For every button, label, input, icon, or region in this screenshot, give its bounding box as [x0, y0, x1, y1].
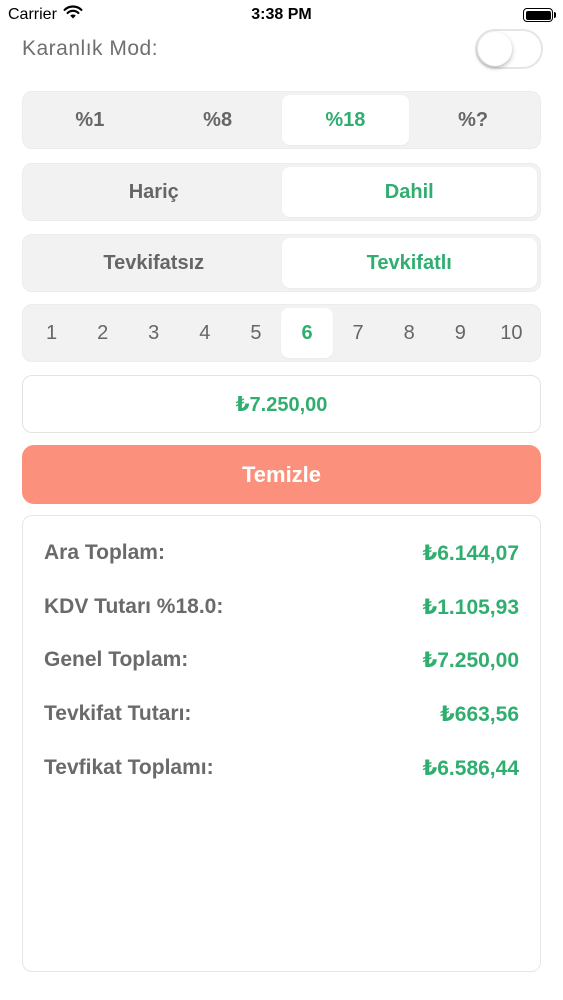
mode-option-included[interactable]: Dahil	[281, 167, 537, 217]
ratio-option-2[interactable]: 2	[77, 308, 128, 358]
withholding-option-none[interactable]: Tevkifatsız	[26, 238, 282, 288]
rate-selector: %1 %8 %18 %?	[22, 91, 541, 149]
withholding-ratio-selector: 1 2 3 4 5 6 7 8 9 10	[22, 304, 541, 362]
vat-value: ₺1.105,93	[422, 595, 519, 619]
ratio-option-4[interactable]: 4	[179, 308, 230, 358]
battery-icon	[523, 8, 556, 22]
result-row-vat: KDV Tutarı %18.0: ₺1.105,93	[44, 592, 519, 622]
status-bar: Carrier 3:38 PM	[0, 0, 563, 30]
ratio-option-3[interactable]: 3	[128, 308, 179, 358]
ratio-option-1[interactable]: 1	[26, 308, 77, 358]
result-row-grand-total: Genel Toplam: ₺7.250,00	[44, 645, 519, 675]
result-row-subtotal: Ara Toplam: ₺6.144,07	[44, 538, 519, 568]
dark-mode-label: Karanlık Mod:	[22, 37, 159, 60]
subtotal-value: ₺6.144,07	[422, 541, 519, 565]
subtotal-label: Ara Toplam:	[44, 541, 165, 564]
ratio-option-6[interactable]: 6	[281, 308, 333, 358]
dark-mode-toggle[interactable]	[475, 29, 543, 69]
status-left: Carrier	[8, 5, 83, 25]
status-time: 3:38 PM	[251, 6, 312, 23]
wifi-icon	[63, 5, 83, 25]
ratio-option-5[interactable]: 5	[230, 308, 281, 358]
tax-mode-selector: Hariç Dahil	[22, 163, 541, 221]
grand-total-value: ₺7.250,00	[422, 648, 519, 672]
rate-option-8[interactable]: %8	[154, 95, 282, 145]
withholding-total-label: Tevfikat Toplamı:	[44, 756, 214, 779]
result-row-withholding-total: Tevfikat Toplamı: ₺6.586,44	[44, 753, 519, 783]
vat-label: KDV Tutarı %18.0:	[44, 595, 224, 618]
results-card: Ara Toplam: ₺6.144,07 KDV Tutarı %18.0: …	[22, 515, 541, 972]
withholding-option-applied[interactable]: Tevkifatlı	[281, 238, 537, 288]
result-row-withholding: Tevkifat Tutarı: ₺663,56	[44, 699, 519, 729]
rate-option-18[interactable]: %18	[281, 95, 410, 145]
ratio-option-10[interactable]: 10	[486, 308, 537, 358]
ratio-option-7[interactable]: 7	[333, 308, 384, 358]
clear-button[interactable]: Temizle	[22, 445, 541, 504]
carrier-label: Carrier	[8, 6, 57, 23]
toggle-knob	[478, 32, 512, 66]
mode-option-excluded[interactable]: Hariç	[26, 167, 282, 217]
rate-option-1[interactable]: %1	[26, 95, 154, 145]
rate-option-custom[interactable]: %?	[409, 95, 537, 145]
dark-mode-row: Karanlık Mod:	[22, 28, 543, 70]
withholding-amount-value: ₺663,56	[440, 702, 519, 726]
grand-total-label: Genel Toplam:	[44, 648, 189, 671]
amount-input[interactable]: ₺7.250,00	[22, 375, 541, 433]
withholding-amount-label: Tevkifat Tutarı:	[44, 702, 192, 725]
ratio-option-9[interactable]: 9	[435, 308, 486, 358]
withholding-selector: Tevkifatsız Tevkifatlı	[22, 234, 541, 292]
ratio-option-8[interactable]: 8	[384, 308, 435, 358]
withholding-total-value: ₺6.586,44	[422, 756, 519, 780]
